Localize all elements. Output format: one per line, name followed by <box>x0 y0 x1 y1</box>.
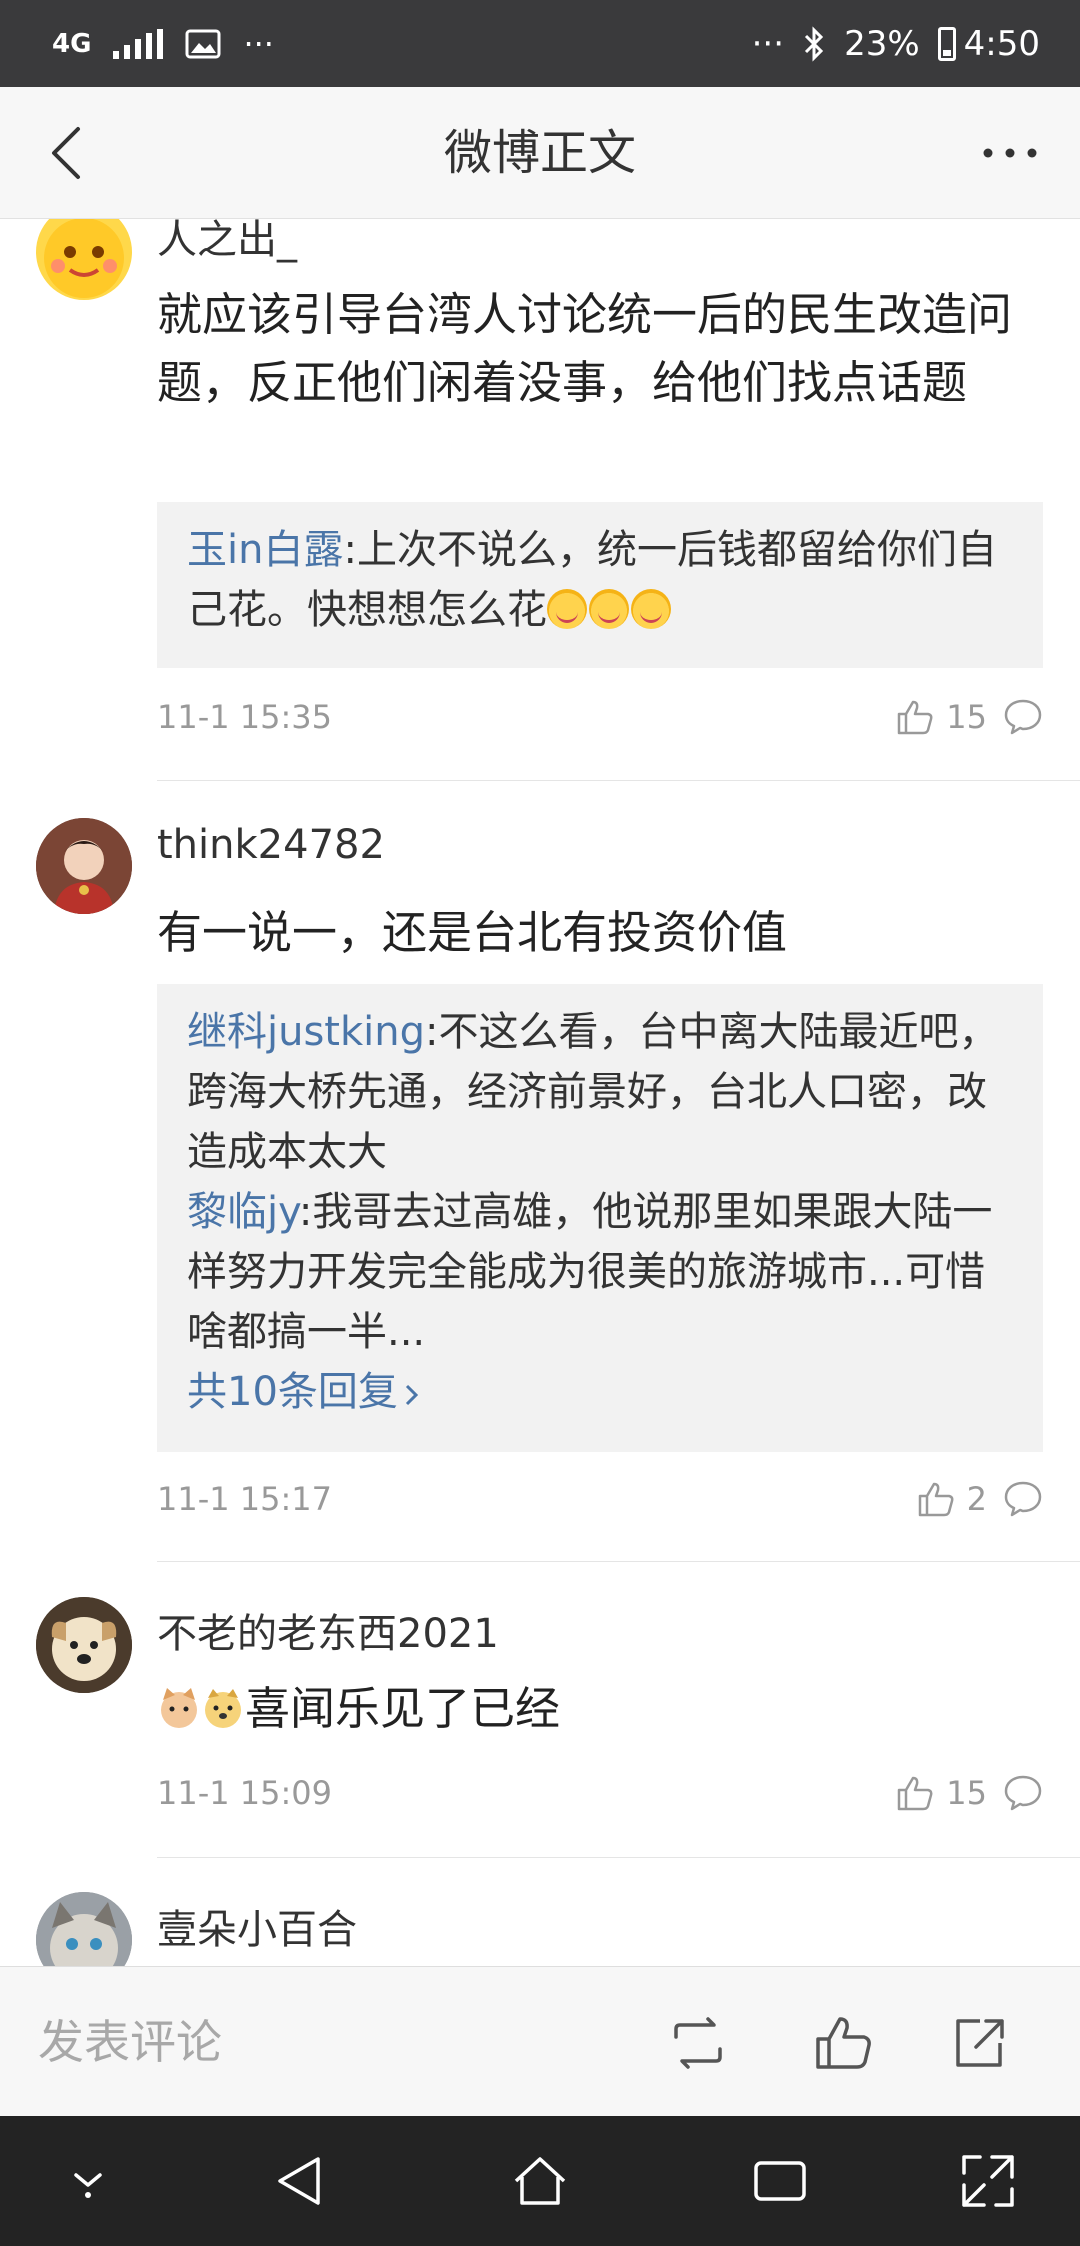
comment-text: 喜闻乐见了已经 <box>157 1675 1037 1743</box>
back-nav-icon[interactable] <box>270 2151 330 2211</box>
doge-emoji-icon <box>205 1689 241 1728</box>
like-count: 15 <box>946 698 987 736</box>
battery-percent: 23% <box>844 24 920 64</box>
clock: 4:50 <box>963 24 1040 64</box>
like-button[interactable]: 15 <box>896 1768 987 1818</box>
home-nav-icon[interactable] <box>510 2151 570 2211</box>
smile-emoji-icon <box>547 589 587 629</box>
comment-text: 有一说一，还是台北有投资价值 <box>157 906 788 959</box>
chevron-right-icon <box>405 1384 419 1406</box>
like-count: 2 <box>966 1480 987 1518</box>
network-type: 4G <box>52 29 92 59</box>
status-more-left: ··· <box>243 25 274 63</box>
comment-time: 11-1 15:09 <box>157 1774 333 1812</box>
top-app-bar: 微博正文 <box>0 87 1080 219</box>
image-icon <box>185 29 221 59</box>
smile-emoji-icon <box>589 589 629 629</box>
reply-preview-box[interactable]: 继科justking:不这么看，台中离大陆最近吧，跨海大桥先通，经济前景好，台北… <box>157 984 1043 1452</box>
comment-username[interactable]: 不老的老东西2021 <box>157 1601 499 1659</box>
avatar[interactable] <box>36 1892 132 1966</box>
like-button[interactable]: 2 <box>917 1474 987 1524</box>
thumbs-up-icon <box>918 1482 954 1517</box>
comment-username[interactable]: 壹朵小百合 <box>157 1897 357 1955</box>
like-icon[interactable] <box>814 2015 874 2071</box>
comment-username[interactable]: 人之出_ <box>157 219 297 265</box>
status-more-right: ··· <box>751 24 785 64</box>
avatar[interactable] <box>36 818 132 914</box>
avatar[interactable] <box>36 1597 132 1693</box>
comment-bubble-icon[interactable] <box>1003 698 1043 736</box>
more-options-icon[interactable] <box>980 131 1040 175</box>
cat-emoji-icon <box>161 1688 197 1728</box>
thumbs-up-icon <box>898 1776 933 1811</box>
page-title: 微博正文 <box>443 125 636 181</box>
comment-meta: 11-1 15:09 15 <box>157 1768 1043 1818</box>
like-count: 15 <box>946 1774 987 1812</box>
hide-nav-icon[interactable] <box>58 2151 118 2211</box>
comment-text-content: 喜闻乐见了已经 <box>245 1682 561 1735</box>
bluetooth-icon <box>805 26 824 62</box>
thumbs-up-icon <box>898 700 933 735</box>
comment-meta: 11-1 15:35 15 <box>157 692 1043 742</box>
reply-text: :我哥去过高雄，他说那里如果跟大陆一样努力开发完全能成为很美的旅游城市...可惜… <box>187 1189 993 1355</box>
reply-item: 继科justking:不这么看，台中离大陆最近吧，跨海大桥先通，经济前景好，台北… <box>187 1002 1013 1182</box>
comment-time: 11-1 15:35 <box>157 698 333 736</box>
divider <box>157 780 1080 781</box>
reply-preview-box[interactable]: 玉in白露:上次不说么，统一后钱都留给你们自己花。快想想怎么花 <box>157 502 1043 668</box>
comment-input[interactable]: 发表评论 <box>38 1967 222 2117</box>
share-icon[interactable] <box>950 2015 1010 2071</box>
reply-username[interactable]: 黎临jy <box>187 1189 299 1235</box>
signal-icon <box>113 29 164 59</box>
battery-icon <box>937 27 956 61</box>
repost-icon[interactable] <box>668 2015 728 2071</box>
comment-username[interactable]: think24782 <box>157 822 385 868</box>
reply-username[interactable]: 玉in白露 <box>187 527 343 573</box>
more-replies-link[interactable]: 共10条回复 <box>187 1362 1013 1422</box>
comment-text: 就应该引导台湾人讨论统一后的民生改造问题，反正他们闲着没事，给他们找点话题 <box>157 288 1013 409</box>
status-bar: 4G ··· ··· 23% 4:50 <box>0 0 1080 87</box>
comment-meta: 11-1 15:17 2 <box>157 1474 1043 1524</box>
comment-time: 11-1 15:17 <box>157 1480 333 1518</box>
reply-item: 黎临jy:我哥去过高雄，他说那里如果跟大陆一样努力开发完全能成为很美的旅游城市.… <box>187 1182 1013 1362</box>
comment-bubble-icon[interactable] <box>1003 1774 1043 1812</box>
recent-apps-nav-icon[interactable] <box>750 2151 810 2211</box>
comment-list[interactable]: 人之出_ 就应该引导台湾人讨论统一后的民生改造问题，反正他们闲着没事，给他们找点… <box>0 219 1080 1966</box>
comment-action-bar: 发表评论 <box>0 1966 1080 2116</box>
like-button[interactable]: 15 <box>896 692 987 742</box>
divider <box>157 1857 1080 1858</box>
divider <box>157 1561 1080 1562</box>
smile-emoji-icon <box>631 589 671 629</box>
avatar[interactable] <box>36 219 132 300</box>
reply-username[interactable]: 继科justking <box>187 1009 425 1055</box>
more-replies-label: 共10条回复 <box>187 1369 398 1415</box>
expand-nav-icon[interactable] <box>958 2151 1018 2211</box>
system-navigation-bar <box>0 2116 1080 2246</box>
comment-bubble-icon[interactable] <box>1003 1480 1043 1518</box>
